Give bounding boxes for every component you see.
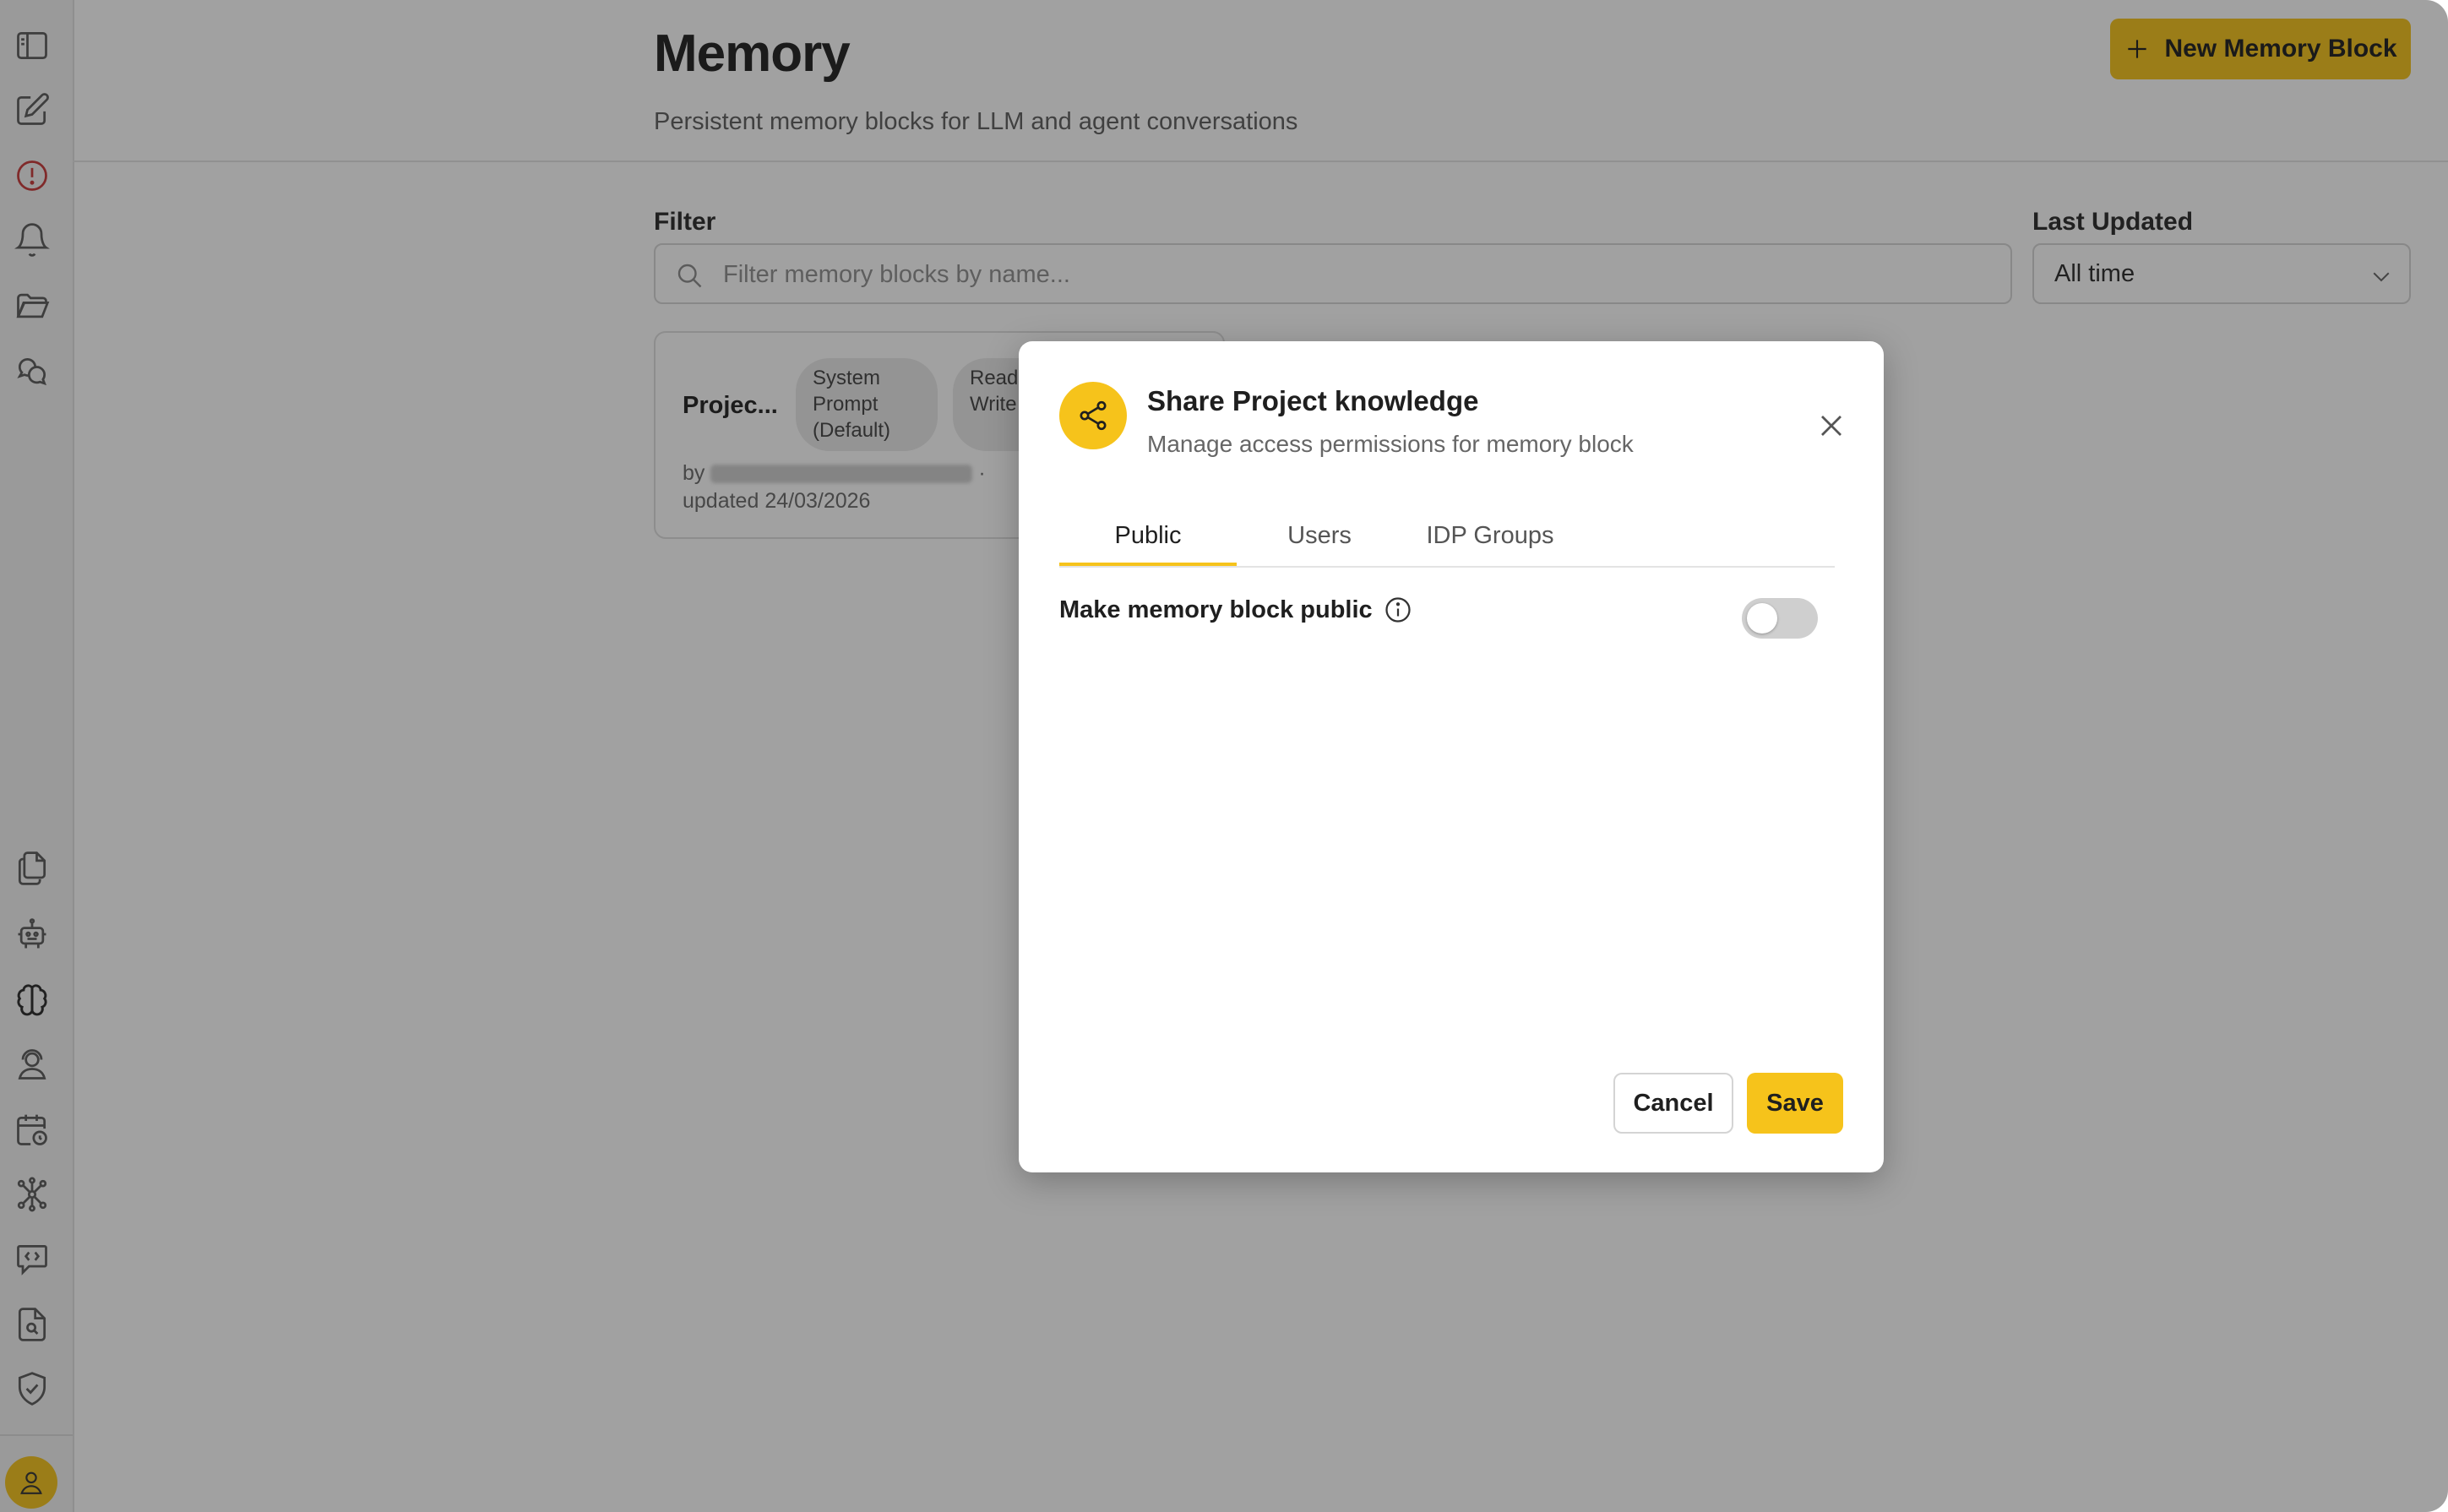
- share-badge: [1059, 382, 1127, 449]
- public-toggle-label: Make memory block public: [1059, 596, 1373, 623]
- share-tabs: Public Users IDP Groups: [1059, 507, 1835, 568]
- app-window: Memory Persistent memory blocks for LLM …: [0, 0, 2448, 1512]
- info-icon[interactable]: [1383, 595, 1413, 625]
- share-dialog: Share Project knowledge Manage access pe…: [1019, 341, 1884, 1172]
- close-button[interactable]: [1813, 407, 1850, 444]
- tab-users[interactable]: Users: [1260, 507, 1379, 564]
- close-icon: [1821, 416, 1841, 436]
- cancel-button[interactable]: Cancel: [1613, 1073, 1733, 1134]
- public-toggle[interactable]: [1742, 598, 1818, 639]
- tab-public[interactable]: Public: [1059, 507, 1237, 566]
- public-toggle-row: Make memory block public: [1059, 595, 1413, 625]
- dialog-subtitle: Manage access permissions for memory blo…: [1147, 431, 1634, 457]
- dialog-title: Share Project knowledge: [1147, 385, 1479, 416]
- toggle-knob: [1747, 603, 1777, 634]
- save-button[interactable]: Save: [1747, 1073, 1843, 1134]
- tab-idp-groups[interactable]: IDP Groups: [1414, 507, 1566, 564]
- share-icon: [1080, 400, 1107, 431]
